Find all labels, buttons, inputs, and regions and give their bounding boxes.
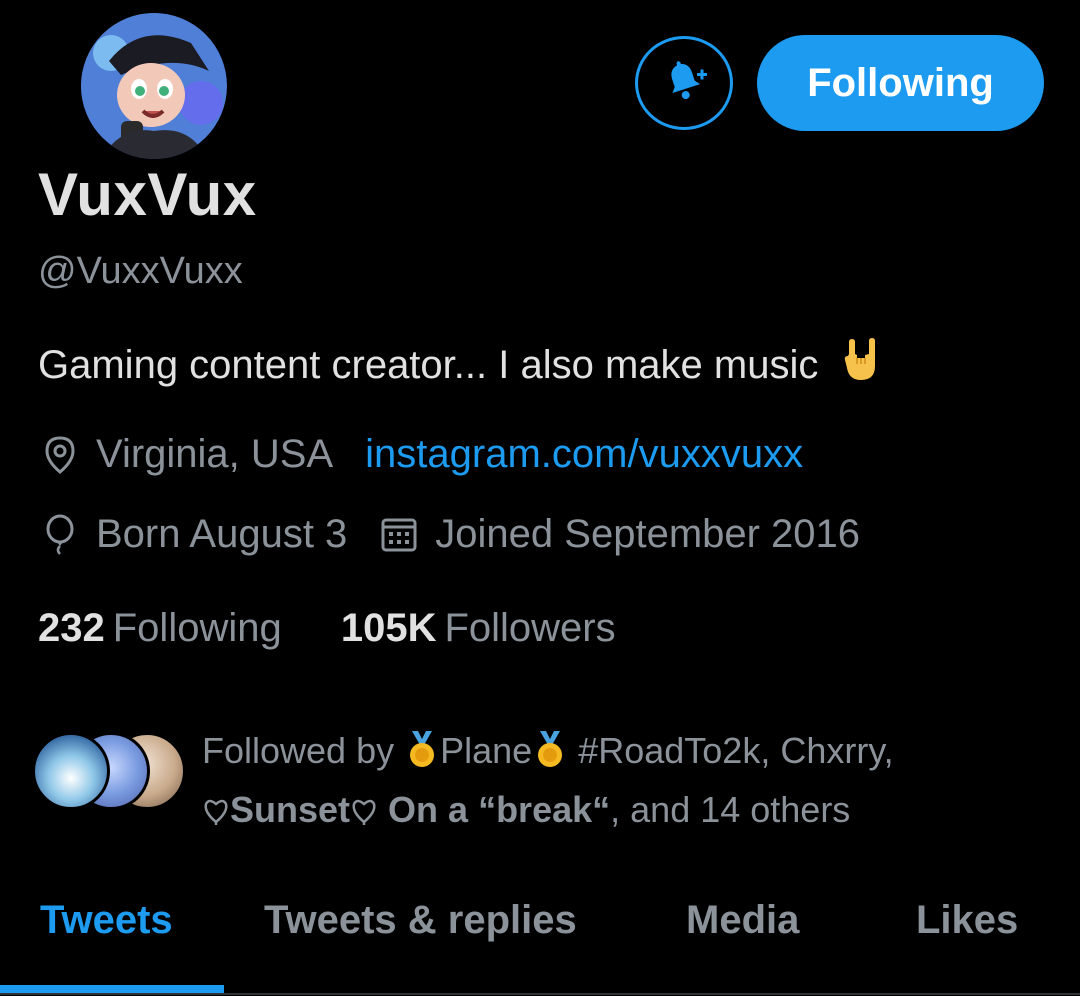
followed-user-2: Chxrry, <box>780 730 894 771</box>
dates-row: Born August 3 Joined September 2016 <box>38 512 860 557</box>
followers-stat-label: Followers <box>444 606 616 650</box>
bio-text: Gaming content creator... I also make mu… <box>38 343 819 387</box>
tab-likes[interactable]: Likes <box>916 898 1018 943</box>
joined-text: Joined September 2016 <box>435 512 861 556</box>
tab-tweets-and-replies[interactable]: Tweets & replies <box>264 898 577 943</box>
display-name: VuxVux <box>38 161 257 228</box>
balloon-icon <box>38 513 82 557</box>
followed-by-avatars[interactable] <box>32 732 192 812</box>
profile-bio: Gaming content creator... I also make mu… <box>38 338 881 392</box>
rock-hand-icon <box>843 338 881 392</box>
following-count: 232 <box>38 606 105 650</box>
website-link[interactable]: instagram.com/vuxxvuxx <box>365 432 803 477</box>
medal-icon <box>534 730 566 783</box>
followers-count: 105K <box>340 606 437 650</box>
followed-user-1: Plane <box>440 730 533 771</box>
tab-tweets[interactable]: Tweets <box>40 898 173 943</box>
followed-user-3-rest: On a “break“ <box>388 789 611 830</box>
following-button[interactable]: Following <box>757 35 1044 131</box>
profile-avatar[interactable] <box>78 10 230 162</box>
heart-outline-icon <box>202 787 230 840</box>
followed-by-tail: , and 14 others <box>610 789 851 830</box>
user-handle: @VuxxVuxx <box>38 250 243 292</box>
tabs-divider <box>0 993 1080 995</box>
mini-avatar-1 <box>32 732 110 810</box>
bell-plus-icon <box>658 55 710 112</box>
profile-tabs: Tweets Tweets & replies Media Likes <box>0 880 1080 996</box>
tab-media[interactable]: Media <box>686 898 799 943</box>
birthday-text: Born August 3 <box>96 512 348 556</box>
location-row: Virginia, USA instagram.com/vuxxvuxx <box>38 432 803 477</box>
followers-stat[interactable]: 105K Followers <box>341 606 616 651</box>
following-button-label: Following <box>807 60 994 105</box>
location-pin-icon <box>38 433 82 477</box>
location-text: Virginia, USA <box>96 432 334 476</box>
following-stat[interactable]: 232 Following <box>38 606 282 651</box>
medal-icon <box>406 730 438 783</box>
followed-by-text[interactable]: Followed by Plane #RoadTo2k, Chxrry, Sun… <box>202 724 1062 840</box>
notifications-button[interactable] <box>635 36 733 130</box>
following-stat-label: Following <box>112 606 282 650</box>
followed-user-3-name: Sunset <box>230 789 351 830</box>
active-tab-indicator <box>0 985 224 993</box>
follow-stats: 232 Following 105K Followers <box>38 606 616 651</box>
calendar-icon <box>377 513 421 557</box>
followed-user-1-suffix: #RoadTo2k, <box>578 730 771 771</box>
followed-by-prefix: Followed by <box>202 730 395 771</box>
heart-outline-icon <box>350 787 378 840</box>
